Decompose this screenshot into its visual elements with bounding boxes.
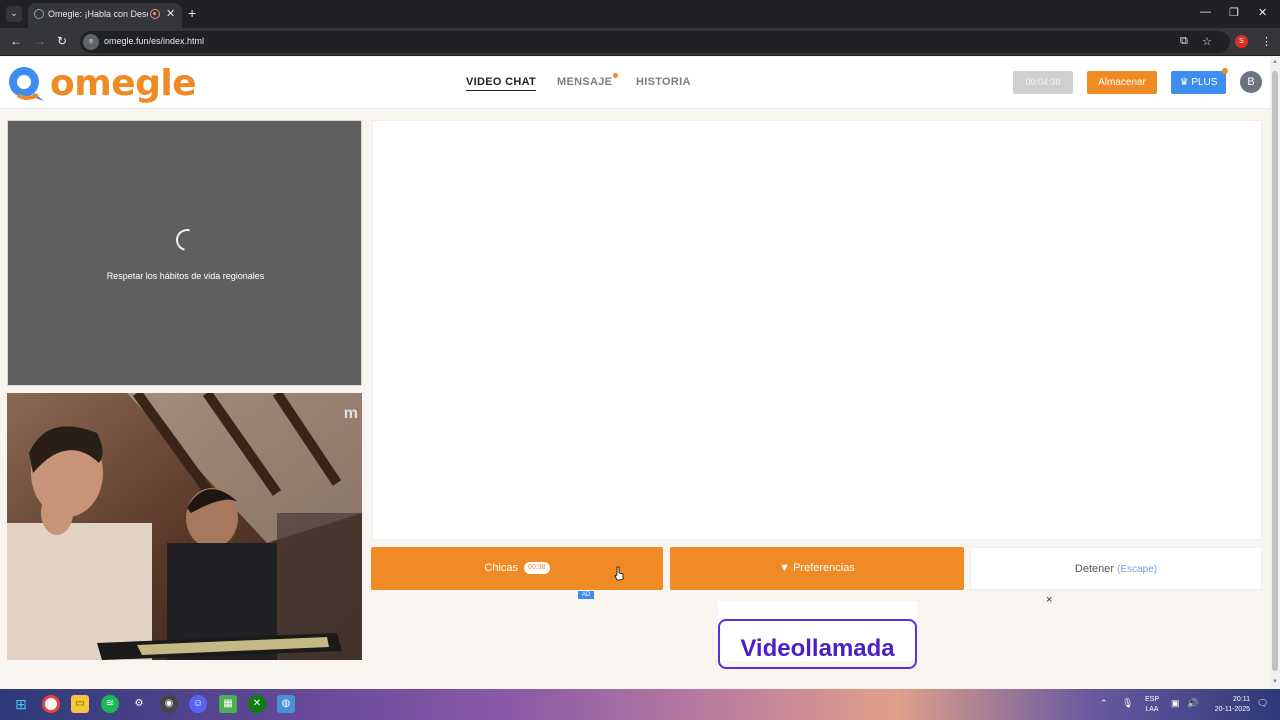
tray-expand-icon[interactable]: ⌃ [1100,698,1108,709]
browser-menu-icon[interactable]: ⋮ [1261,35,1272,48]
tab-close-icon[interactable]: ✕ [166,7,175,20]
microphone-icon[interactable]: 🎙 [1122,698,1133,709]
notification-dot [613,73,619,78]
minecraft-icon[interactable]: ▦ [219,695,237,713]
window-close-icon[interactable]: ✕ [1258,6,1267,19]
plus-button[interactable]: ♛ PLUS [1171,68,1228,94]
webcam-feed-image [7,393,362,660]
chrome-icon[interactable] [42,695,60,713]
windows-start-icon[interactable]: ⊞ [12,695,30,713]
girls-timer-badge: 00:38 [524,562,550,575]
nav-video-chat[interactable]: VIDEO CHAT [466,76,537,91]
reload-icon[interactable]: ↻ [57,34,67,48]
ad-banner[interactable]: Videollamada [718,601,917,669]
scroll-down-icon[interactable]: ▼ [1272,679,1278,685]
logo-chat-icon [9,67,44,101]
page-scrollbar[interactable]: ▲ ▼ [1270,57,1280,689]
minimize-icon[interactable]: — [1200,6,1211,18]
network-icon[interactable]: ▣ [1171,698,1180,709]
spotify-icon[interactable]: ≋ [101,695,119,713]
stop-label: Detener [1074,563,1115,575]
scroll-thumb[interactable] [1272,71,1278,671]
watermark-logo: m [343,405,358,422]
address-bar[interactable]: ⌾ omegle.fun/es/index.html [80,31,1230,53]
ad-frame: Videollamada [718,619,917,669]
preferences-label: Preferencias [793,562,855,574]
volume-icon[interactable]: 🔊 [1187,698,1198,709]
clock-date[interactable]: 20-11-2025 [1206,705,1250,714]
browser-tab[interactable]: Omegle: ¡Habla con Descon ✕ [28,3,182,28]
girls-label: Chicas [484,562,519,574]
plus-label: PLUS [1191,77,1218,88]
forward-icon[interactable]: → [34,34,46,48]
stop-shortcut-hint: (Escape) [1117,564,1158,575]
loading-message: Respetar los hábitos de vida regionales [106,271,265,281]
crown-icon: ♛ [1179,77,1192,88]
filter-icon: ▼ [779,562,794,574]
preferences-button[interactable]: ▼ Preferencias [670,547,964,590]
store-button[interactable]: Almacenar [1087,71,1157,94]
recording-icon [150,9,160,19]
tab-title: Omegle: ¡Habla con Descon [48,9,148,19]
install-app-icon[interactable]: ⧉ [1180,35,1188,48]
browser-tabbar: ⌄ Omegle: ¡Habla con Descon ✕ + — ❐ ✕ [0,0,1280,28]
obs-icon[interactable]: ◉ [160,695,178,713]
new-tab-icon[interactable]: + [188,5,196,21]
app-icon[interactable]: ◍ [277,695,295,713]
back-icon[interactable]: ← [10,34,22,48]
ad-badge: AD [578,591,594,599]
session-timer: 00:04:38 [1013,71,1073,94]
discord-icon[interactable]: ☺ [189,695,207,713]
site-header: omegle VIDEO CHAT MENSAJE HISTORIA 00:04… [0,57,1270,109]
xbox-icon[interactable]: ✕ [248,695,266,713]
bookmark-star-icon[interactable]: ☆ [1202,35,1212,48]
language-indicator-bottom[interactable]: LAA [1142,705,1162,714]
language-indicator-top[interactable]: ESP [1142,695,1162,704]
windows-taskbar: ⊞ ▭ ≋ ⚙ ◉ ☺ ▦ ✕ ◍ ⌃ 🎙 ESP LAA ▣ 🔊 20:11 … [0,689,1280,720]
nav-mensaje[interactable]: MENSAJE [557,73,619,88]
notification-icon[interactable]: 🗨 [1257,698,1268,709]
hand-cursor-icon [614,566,624,581]
chat-log-panel[interactable] [372,120,1262,540]
clock-time[interactable]: 20:11 [1206,695,1250,704]
ad-close-icon[interactable]: × [1046,594,1052,606]
site-info-icon[interactable]: ⌾ [83,34,99,50]
logo-text: omegle [50,63,197,104]
user-avatar[interactable]: B [1240,71,1262,93]
stop-button[interactable]: Detener (Escape) [970,547,1262,590]
tab-search-icon[interactable]: ⌄ [6,6,22,22]
restore-icon[interactable]: ❐ [1229,6,1239,19]
url-text: omegle.fun/es/index.html [104,36,205,46]
browser-toolbar: ← → ↻ ⌾ omegle.fun/es/index.html ⧉ ☆ ⋮ [0,28,1280,56]
nav-mensaje-label: MENSAJE [557,76,613,88]
tab-favicon-icon [34,9,44,19]
ad-text: Videollamada [740,635,895,662]
nav-historia[interactable]: HISTORIA [636,76,691,88]
profile-avatar[interactable]: S [1235,35,1248,48]
file-explorer-icon[interactable]: ▭ [71,695,89,713]
plus-notification-dot [1222,68,1228,74]
self-video-panel: m [7,393,362,660]
scroll-up-icon[interactable]: ▲ [1272,59,1278,65]
stranger-video-panel: Respetar los hábitos de vida regionales [7,120,362,386]
steam-icon[interactable]: ⚙ [130,695,148,713]
loading-spinner-icon [171,224,203,256]
